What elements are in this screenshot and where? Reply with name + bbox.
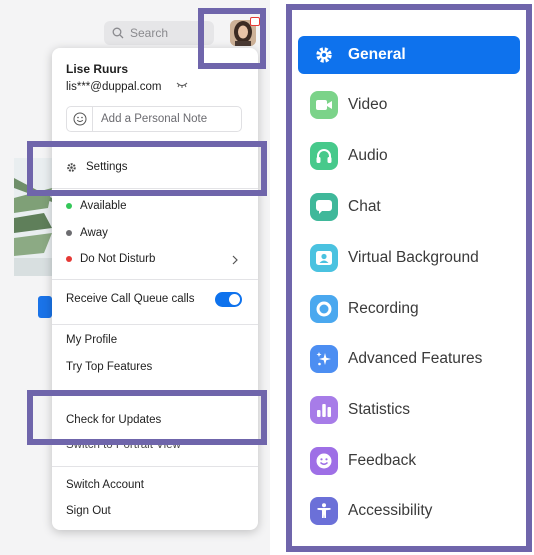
highlight-frame-settings [27, 141, 267, 196]
status-label: Away [80, 227, 108, 239]
personal-note-input[interactable]: Add a Personal Note [66, 106, 242, 132]
video-camera-icon [310, 91, 338, 119]
switch-account-item[interactable]: Switch Account [66, 479, 144, 491]
nav-label: Chat [348, 198, 381, 215]
divider [52, 466, 258, 467]
status-label: Available [80, 200, 127, 212]
nav-item-feedback[interactable]: Feedback [298, 442, 520, 480]
personal-note-placeholder: Add a Personal Note [101, 113, 208, 125]
chevron-right-icon [232, 255, 238, 265]
search-placeholder: Search [130, 26, 169, 40]
smiley-icon [310, 447, 338, 475]
nav-item-general[interactable]: General [298, 36, 520, 74]
bar-chart-icon [310, 396, 338, 424]
gear-icon [310, 41, 338, 69]
status-dnd-dot [66, 256, 72, 262]
status-available-dot [66, 203, 72, 209]
call-queue-label: Receive Call Queue calls [66, 293, 195, 305]
sign-out-item[interactable]: Sign Out [66, 505, 111, 517]
chat-bubble-icon [310, 193, 338, 221]
profile-menu: Lise Ruurs lis***@duppal.com Add a Perso… [52, 48, 258, 530]
smiley-icon[interactable] [67, 107, 93, 131]
nav-item-chat[interactable]: Chat [298, 188, 520, 226]
toggle-knob [229, 294, 240, 305]
status-label: Do Not Disturb [80, 253, 156, 265]
divider [52, 279, 258, 280]
nav-item-video[interactable]: Video [298, 86, 520, 124]
nav-label: Feedback [348, 452, 417, 469]
divider [52, 324, 258, 325]
sparkles-icon [310, 345, 338, 373]
nav-item-statistics[interactable]: Statistics [298, 391, 520, 429]
nav-label: Advanced Features [348, 350, 483, 367]
user-name: Lise Ruurs [66, 62, 129, 76]
nav-item-recording[interactable]: Recording [298, 290, 520, 328]
accessibility-person-icon [310, 497, 338, 525]
nav-label: General [348, 46, 406, 63]
highlight-frame-updates [27, 390, 267, 445]
nav-label: Accessibility [348, 502, 433, 519]
status-away-dot [66, 230, 72, 236]
background-button [38, 296, 52, 318]
call-queue-toggle[interactable] [215, 292, 242, 307]
nav-label: Statistics [348, 401, 411, 418]
nav-label: Video [348, 96, 388, 113]
headphones-icon [310, 142, 338, 170]
my-profile-item[interactable]: My Profile [66, 334, 117, 346]
status-available[interactable]: Available [52, 196, 258, 218]
nav-item-advanced-features[interactable]: Advanced Features [298, 340, 520, 378]
nav-item-virtual-background[interactable]: Virtual Background [298, 239, 520, 277]
try-top-features-item[interactable]: Try Top Features [66, 361, 152, 373]
user-email: lis***@duppal.com [66, 81, 162, 93]
nav-label: Recording [348, 300, 419, 317]
record-circle-icon [310, 295, 338, 323]
nav-label: Audio [348, 147, 388, 164]
status-away[interactable]: Away [52, 223, 258, 245]
nav-item-audio[interactable]: Audio [298, 137, 520, 175]
status-do-not-disturb[interactable]: Do Not Disturb [52, 249, 258, 271]
nav-item-accessibility[interactable]: Accessibility [298, 492, 520, 530]
nav-label: Virtual Background [348, 249, 479, 266]
person-portrait-icon [310, 244, 338, 272]
settings-sidebar: General Video Audio Chat Virtual Backgro… [286, 4, 532, 552]
eye-icon[interactable] [176, 81, 188, 89]
highlight-frame-avatar [198, 8, 266, 69]
search-icon [112, 27, 124, 39]
